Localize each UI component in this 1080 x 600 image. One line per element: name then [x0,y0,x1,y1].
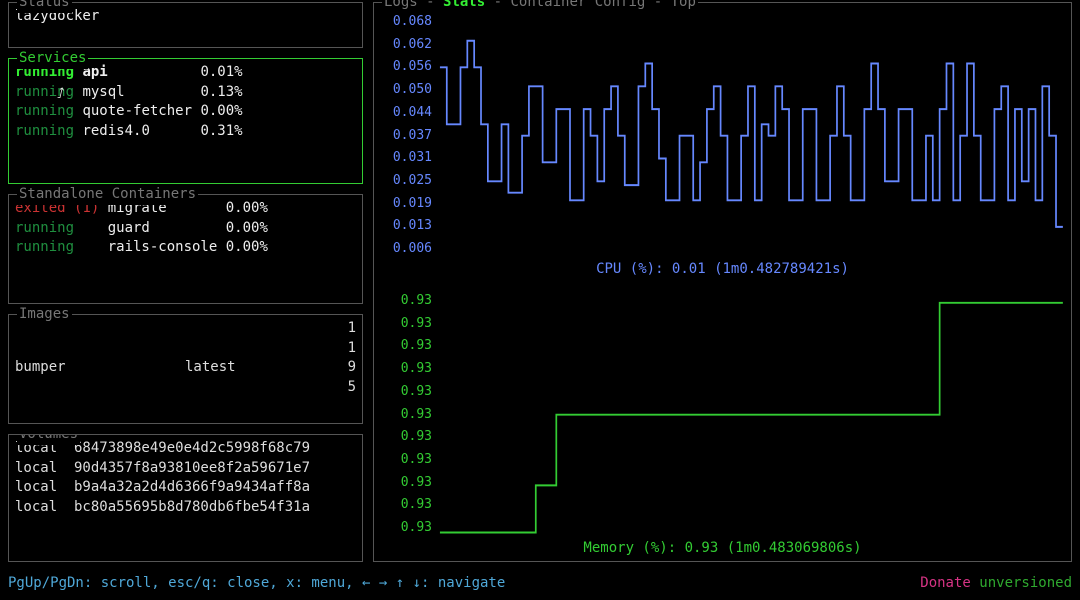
volume-row[interactable]: local b9a4a32a2d4d6366f9a9434aff8a [15,478,356,498]
cpu-chart: 0.0680.0620.0560.0500.0440.0370.0310.025… [380,13,1065,258]
service-row[interactable]: running redis4.0 0.31% [15,122,356,142]
version-text: unversioned [979,575,1072,591]
services-title: Services [17,49,88,69]
images-title: Images [17,305,72,325]
tab-stats[interactable]: Stats [443,0,485,10]
container-row[interactable]: running rails-console 0.00% [15,238,356,258]
volumes-panel[interactable]: Volumes local 68473898e49e0e4d2c5998f68c… [8,434,363,562]
right-tabs: Logs - Stats - Container Config - Top [382,0,698,13]
image-row[interactable]: bumperlatest9 [15,358,356,378]
image-row[interactable]: 1 [15,339,356,359]
footer-bar: PgUp/PgDn: scroll, esc/q: close, x: menu… [8,574,1072,594]
help-text: PgUp/PgDn: scroll, esc/q: close, x: menu… [8,574,505,594]
status-title: Status [17,0,72,13]
image-row[interactable]: 5 [15,378,356,398]
volume-row[interactable]: local 90d4357f8a93810ee8f2a59671e7 [15,459,356,479]
service-row[interactable]: running quote-fetcher 0.00% [15,102,356,122]
images-panel[interactable]: Images 11bumperlatest95 [8,314,363,424]
status-panel[interactable]: Status lazydocker [8,2,363,48]
service-row[interactable]: running mysql 0.13% [15,83,356,103]
donate-link[interactable]: Donate [920,575,971,591]
standalone-panel[interactable]: Standalone Containers exited (1) migrate… [8,194,363,304]
standalone-title: Standalone Containers [17,185,198,205]
stats-panel[interactable]: Logs - Stats - Container Config - Top 0.… [373,2,1072,562]
mem-caption: Memory (%): 0.93 (1m0.483069806s) [380,539,1065,559]
tab-top[interactable]: Top [671,0,696,10]
volumes-title: Volumes [17,434,80,445]
services-panel[interactable]: Services running api 0.01%running mysql … [8,58,363,184]
container-row[interactable]: running guard 0.00% [15,219,356,239]
volume-row[interactable]: local bc80a55695b8d780db6fbe54f31a [15,498,356,518]
cursor-icon: ⭜ [57,85,64,105]
mem-chart: 0.930.930.930.930.930.930.930.930.930.93… [380,292,1065,537]
tab-container-config[interactable]: Container Config [510,0,645,10]
cpu-caption: CPU (%): 0.01 (1m0.482789421s) [380,260,1065,280]
tab-logs[interactable]: Logs [384,0,418,10]
